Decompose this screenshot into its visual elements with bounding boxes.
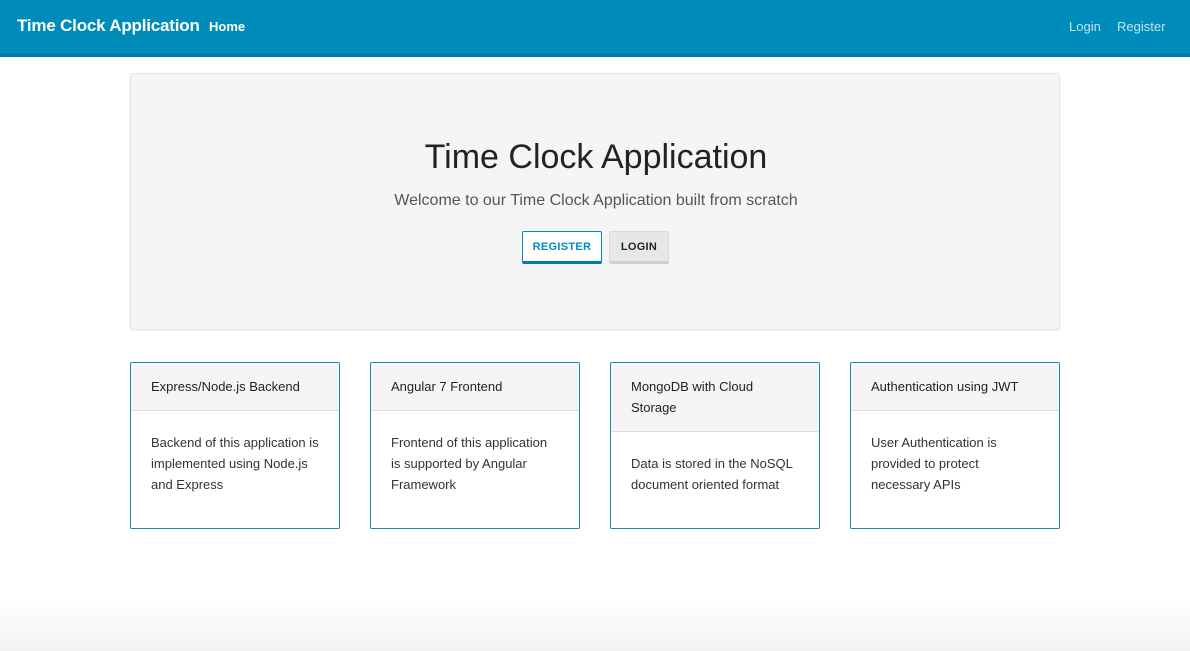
nav-login-link[interactable]: Login (1069, 19, 1101, 34)
nav-home-link[interactable]: Home (209, 19, 245, 34)
register-button[interactable]: REGISTER (522, 231, 602, 264)
card-body: Backend of this application is implement… (151, 435, 319, 492)
login-button[interactable]: LOGIN (609, 231, 669, 264)
card-header: Angular 7 Frontend (371, 363, 579, 411)
card-body: Frontend of this application is supporte… (391, 435, 548, 492)
feature-card-database: MongoDB with Cloud Storage Data is store… (610, 362, 820, 529)
card-header: Authentication using JWT (851, 363, 1059, 411)
hero-title: Time Clock Application (424, 138, 768, 176)
feature-card-auth: Authentication using JWT User Authentica… (850, 362, 1060, 529)
page-bottom-shade (0, 600, 1190, 651)
card-body: User Authentication is provided to prote… (871, 435, 997, 492)
nav-register-link[interactable]: Register (1117, 19, 1165, 34)
hero-jumbotron: Time Clock Application Welcome to our Ti… (130, 73, 1060, 330)
card-header: MongoDB with Cloud Storage (611, 363, 819, 432)
navbar-brand[interactable]: Time Clock Application (17, 16, 200, 36)
card-body: Data is stored in the NoSQL document ori… (631, 456, 793, 492)
top-navbar: Time Clock Application Home Login Regist… (0, 0, 1190, 57)
hero-subtitle: Welcome to our Time Clock Application bu… (394, 192, 798, 209)
card-header: Express/Node.js Backend (131, 363, 339, 411)
feature-card-frontend: Angular 7 Frontend Frontend of this appl… (370, 362, 580, 529)
feature-card-backend: Express/Node.js Backend Backend of this … (130, 362, 340, 529)
